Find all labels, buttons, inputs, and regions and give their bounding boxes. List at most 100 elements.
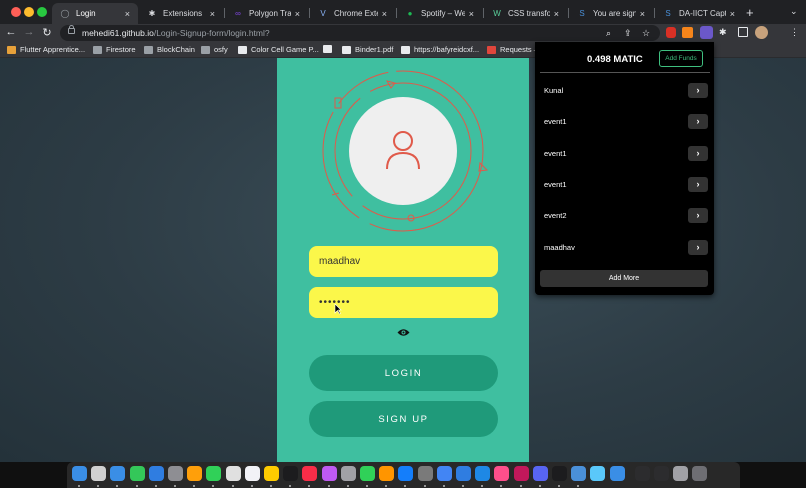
- browser-tab[interactable]: ∞ Polygon Transac ×: [225, 3, 308, 24]
- wallet-list-item[interactable]: event1 ›: [544, 146, 708, 162]
- dock-app-icon[interactable]: [590, 466, 605, 481]
- tab-favicon-icon: V: [320, 9, 326, 18]
- username-input[interactable]: [309, 246, 498, 277]
- dock-app-icon[interactable]: [673, 466, 688, 481]
- tab-close-icon[interactable]: ×: [125, 9, 130, 19]
- browser-tab[interactable]: ✱ Extensions ×: [139, 3, 223, 24]
- dock-app-icon[interactable]: [130, 466, 145, 481]
- bookmark-item[interactable]: Binder1.pdf: [342, 45, 393, 54]
- dock-app-icon[interactable]: [552, 466, 567, 481]
- wallet-divider: [540, 72, 710, 73]
- dock-running-indicator: [500, 485, 502, 487]
- browser-tab[interactable]: ● Spotify – Web P ×: [397, 3, 482, 24]
- chevron-right-icon[interactable]: ›: [688, 240, 708, 255]
- tab-close-icon[interactable]: ×: [640, 9, 645, 19]
- browser-tab[interactable]: W CSS transform ×: [484, 3, 567, 24]
- tab-search-icon[interactable]: ⌄: [790, 6, 798, 17]
- dock-app-icon[interactable]: [245, 466, 260, 481]
- dock-app-icon[interactable]: [654, 466, 669, 481]
- login-button[interactable]: LOGIN: [309, 355, 498, 391]
- signup-button[interactable]: SIGN UP: [309, 401, 498, 437]
- chevron-right-icon[interactable]: ›: [688, 114, 708, 129]
- dock-app-icon[interactable]: [360, 466, 375, 481]
- back-button[interactable]: ←: [4, 26, 18, 38]
- extensions-puzzle-icon[interactable]: ✱: [719, 27, 727, 38]
- extension-red-icon[interactable]: [666, 27, 676, 38]
- dock-app-icon[interactable]: [226, 466, 241, 481]
- bookmark-item[interactable]: BlockChain: [144, 45, 195, 54]
- dock-app-icon[interactable]: [494, 466, 509, 481]
- dock-app-icon[interactable]: [264, 466, 279, 481]
- reload-button[interactable]: ↻: [40, 26, 54, 39]
- dock-app-icon[interactable]: [110, 466, 125, 481]
- dock-app-icon[interactable]: [418, 466, 433, 481]
- dock-app-icon[interactable]: [341, 466, 356, 481]
- bookmark-item[interactable]: Requests –: [487, 45, 538, 54]
- metamask-fox-icon[interactable]: [682, 27, 693, 38]
- dock-app-icon[interactable]: [398, 466, 413, 481]
- dock-app-icon[interactable]: [379, 466, 394, 481]
- dock-app-icon[interactable]: [514, 466, 529, 481]
- kebab-menu-icon[interactable]: ⋮: [790, 27, 799, 38]
- chevron-right-icon[interactable]: ›: [688, 83, 708, 98]
- chevron-right-icon[interactable]: ›: [688, 208, 708, 223]
- tab-close-icon[interactable]: ×: [295, 9, 300, 19]
- dock-app-icon[interactable]: [533, 466, 548, 481]
- forward-button[interactable]: →: [22, 26, 36, 38]
- extension-active-icon[interactable]: [700, 26, 713, 39]
- window-close-button[interactable]: [11, 7, 21, 17]
- new-tab-button[interactable]: +: [746, 5, 754, 20]
- dock-app-icon[interactable]: [692, 466, 707, 481]
- tab-close-icon[interactable]: ×: [730, 9, 735, 19]
- wallet-list-item[interactable]: event1 ›: [544, 177, 708, 193]
- wallet-list-item[interactable]: maadhav ›: [544, 240, 708, 256]
- add-funds-button[interactable]: Add Funds: [659, 50, 703, 67]
- dock-app-icon[interactable]: [610, 466, 625, 481]
- window-minimize-button[interactable]: [24, 7, 34, 17]
- lock-icon[interactable]: [68, 25, 75, 34]
- window-zoom-button[interactable]: [37, 7, 47, 17]
- dock-app-icon[interactable]: [91, 466, 106, 481]
- bookmark-item[interactable]: Color Cell Game P...: [238, 45, 319, 54]
- sidebar-icon[interactable]: [738, 27, 748, 37]
- bookmark-item[interactable]: [323, 45, 336, 53]
- chevron-right-icon[interactable]: ›: [688, 146, 708, 161]
- share-icon[interactable]: ⇪: [624, 28, 632, 39]
- bookmark-item[interactable]: osfy: [201, 45, 228, 54]
- dock-app-icon[interactable]: [635, 466, 650, 481]
- dock-app-icon[interactable]: [149, 466, 164, 481]
- tab-close-icon[interactable]: ×: [382, 9, 387, 19]
- bookmark-star-icon[interactable]: ☆: [642, 28, 650, 39]
- add-more-button[interactable]: Add More: [540, 270, 708, 287]
- dock-app-icon[interactable]: [206, 466, 221, 481]
- dock-app-icon[interactable]: [168, 466, 183, 481]
- dock-app-icon[interactable]: [187, 466, 202, 481]
- wallet-list-item[interactable]: event1 ›: [544, 114, 708, 130]
- eye-icon[interactable]: [397, 328, 410, 337]
- dock-app-icon[interactable]: [437, 466, 452, 481]
- zoom-icon[interactable]: ⌕: [606, 28, 611, 39]
- browser-tab[interactable]: ◯ Login ×: [52, 3, 138, 24]
- tab-close-icon[interactable]: ×: [210, 9, 215, 19]
- browser-tab[interactable]: V Chrome Extensi ×: [310, 3, 395, 24]
- browser-tab[interactable]: S DA-IICT Captive ×: [655, 3, 743, 24]
- dock-app-icon[interactable]: [475, 466, 490, 481]
- browser-tab[interactable]: S You are signed ×: [569, 3, 653, 24]
- dock-app-icon[interactable]: [283, 466, 298, 481]
- chevron-right-icon[interactable]: ›: [688, 177, 708, 192]
- tab-label: Chrome Extensi: [334, 9, 378, 18]
- address-bar[interactable]: mehedi61.github.io/Login-Signup-form/log…: [60, 25, 660, 41]
- tab-close-icon[interactable]: ×: [469, 9, 474, 19]
- dock-app-icon[interactable]: [302, 466, 317, 481]
- wallet-list-item[interactable]: event2 ›: [544, 208, 708, 224]
- dock-app-icon[interactable]: [456, 466, 471, 481]
- bookmark-item[interactable]: https://bafyreidcxf...: [401, 45, 479, 54]
- dock-app-icon[interactable]: [571, 466, 586, 481]
- bookmark-item[interactable]: Firestore: [93, 45, 136, 54]
- wallet-list-item[interactable]: Kunal ›: [544, 83, 708, 99]
- bookmark-item[interactable]: Flutter Apprentice...: [7, 45, 85, 54]
- tab-close-icon[interactable]: ×: [554, 9, 559, 19]
- profile-avatar[interactable]: [755, 26, 768, 39]
- dock-app-icon[interactable]: [322, 466, 337, 481]
- dock-app-icon[interactable]: [72, 466, 87, 481]
